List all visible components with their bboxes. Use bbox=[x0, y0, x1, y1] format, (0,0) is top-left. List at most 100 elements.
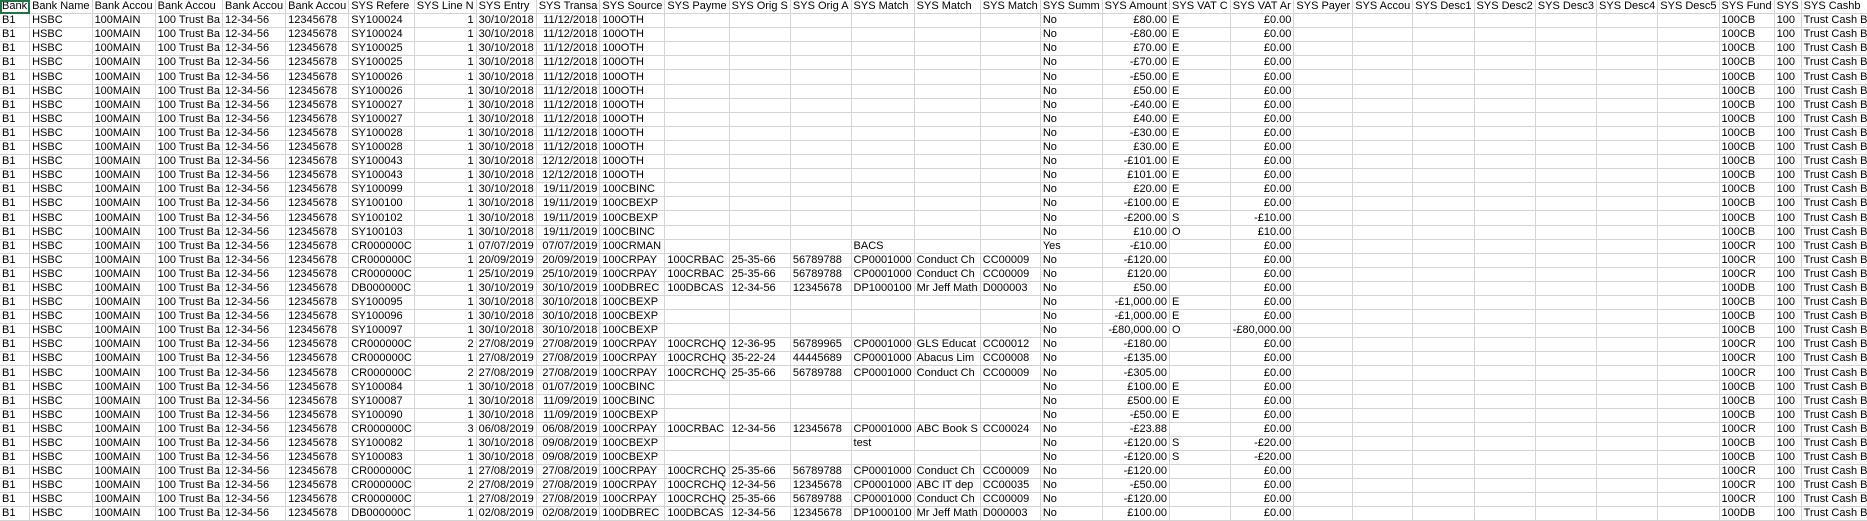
cell[interactable]: £100.00 bbox=[1102, 506, 1171, 521]
cell[interactable]: B1 bbox=[0, 323, 31, 339]
cell[interactable] bbox=[1596, 422, 1659, 437]
cell[interactable] bbox=[1293, 365, 1354, 381]
cell[interactable] bbox=[664, 394, 730, 409]
cell[interactable]: B1 bbox=[0, 168, 31, 184]
cell[interactable]: £100.00 bbox=[1102, 380, 1171, 395]
cell[interactable]: 1 bbox=[414, 168, 477, 184]
cell[interactable] bbox=[1535, 380, 1598, 395]
cell[interactable] bbox=[1596, 112, 1659, 127]
cell[interactable] bbox=[1657, 394, 1720, 409]
cell[interactable]: £50.00 bbox=[1102, 281, 1171, 296]
cell[interactable]: 100 Trust Ba bbox=[155, 422, 224, 437]
cell[interactable]: DB000000C bbox=[348, 281, 415, 296]
cell[interactable] bbox=[1352, 182, 1414, 198]
cell[interactable]: No bbox=[1040, 126, 1103, 141]
cell[interactable] bbox=[1535, 253, 1598, 268]
cell[interactable]: 100 bbox=[1774, 196, 1802, 212]
cell[interactable]: 12345678 bbox=[285, 478, 350, 494]
cell[interactable] bbox=[980, 436, 1041, 452]
cell[interactable] bbox=[1596, 380, 1659, 395]
cell[interactable] bbox=[980, 239, 1041, 254]
cell[interactable]: 1 bbox=[414, 450, 477, 466]
cell[interactable] bbox=[1412, 464, 1475, 480]
cell[interactable]: 30/10/2018 bbox=[536, 309, 601, 325]
cell[interactable]: Trust Cash Book bbox=[1801, 69, 1867, 85]
cell[interactable]: 100 bbox=[1774, 478, 1802, 494]
cell[interactable]: CC00009 bbox=[980, 253, 1041, 268]
cell[interactable] bbox=[980, 41, 1041, 57]
cell[interactable]: B1 bbox=[0, 267, 31, 282]
cell[interactable]: 1 bbox=[414, 126, 477, 141]
cell[interactable]: 100MAIN bbox=[92, 253, 156, 268]
cell[interactable]: 30/10/2018 bbox=[476, 196, 537, 212]
cell[interactable]: 100CR bbox=[1719, 337, 1775, 353]
cell[interactable] bbox=[914, 309, 981, 325]
cell[interactable] bbox=[1596, 295, 1659, 311]
cell[interactable]: 100CR bbox=[1719, 239, 1775, 254]
cell[interactable]: 12345678 bbox=[285, 182, 350, 198]
cell[interactable]: 56789788 bbox=[790, 267, 852, 282]
cell[interactable]: 100CBEXP bbox=[599, 309, 666, 325]
cell[interactable]: £0.00 bbox=[1230, 337, 1295, 353]
cell[interactable]: 30/10/2018 bbox=[476, 323, 537, 339]
cell[interactable] bbox=[914, 112, 981, 127]
cell[interactable] bbox=[790, 380, 852, 395]
cell[interactable] bbox=[1412, 140, 1475, 156]
cell[interactable] bbox=[729, 394, 791, 409]
cell[interactable]: Trust Cash Book bbox=[1801, 492, 1867, 508]
cell[interactable] bbox=[1657, 295, 1720, 311]
cell[interactable]: 100 Trust Ba bbox=[155, 84, 224, 99]
cell[interactable]: 11/12/2018 bbox=[536, 112, 601, 127]
cell[interactable] bbox=[1657, 182, 1720, 198]
cell[interactable] bbox=[980, 112, 1041, 127]
cell[interactable]: 12-34-56 bbox=[222, 323, 287, 339]
cell[interactable] bbox=[1657, 309, 1720, 325]
cell[interactable] bbox=[1657, 154, 1720, 170]
cell[interactable]: 12-34-56 bbox=[222, 380, 287, 395]
cell[interactable]: 27/08/2019 bbox=[536, 492, 601, 508]
cell[interactable] bbox=[980, 69, 1041, 85]
cell[interactable]: 100 bbox=[1774, 126, 1802, 141]
cell[interactable]: SY100082 bbox=[348, 436, 415, 452]
cell[interactable]: SY100027 bbox=[348, 112, 415, 127]
cell[interactable] bbox=[1596, 55, 1659, 71]
cell[interactable] bbox=[664, 168, 730, 184]
cell[interactable]: 1 bbox=[414, 253, 477, 268]
cell[interactable]: 100 bbox=[1774, 365, 1802, 381]
cell[interactable] bbox=[1474, 408, 1536, 423]
cell[interactable]: 12345678 bbox=[285, 140, 350, 156]
cell[interactable]: HSBC bbox=[29, 112, 93, 127]
cell[interactable] bbox=[1352, 154, 1414, 170]
cell[interactable] bbox=[1596, 281, 1659, 296]
cell[interactable] bbox=[790, 196, 852, 212]
cell[interactable]: O bbox=[1169, 225, 1231, 240]
cell[interactable] bbox=[1293, 309, 1354, 325]
cell[interactable]: £0.00 bbox=[1230, 492, 1295, 508]
cell[interactable]: 1 bbox=[414, 295, 477, 311]
cell[interactable]: 12-34-56 bbox=[729, 478, 791, 494]
cell[interactable] bbox=[1535, 309, 1598, 325]
header-cell[interactable]: SYS Summ bbox=[1040, 0, 1103, 15]
cell[interactable] bbox=[1657, 239, 1720, 254]
cell[interactable]: SY100100 bbox=[348, 196, 415, 212]
cell[interactable]: 100OTH bbox=[599, 168, 666, 184]
cell[interactable]: B1 bbox=[0, 140, 31, 156]
cell[interactable]: E bbox=[1169, 27, 1231, 43]
cell[interactable] bbox=[1169, 281, 1231, 296]
cell[interactable]: 100CR bbox=[1719, 422, 1775, 437]
cell[interactable] bbox=[1352, 239, 1414, 254]
cell[interactable]: Conduct Ch bbox=[914, 253, 981, 268]
cell[interactable]: 09/08/2019 bbox=[536, 450, 601, 466]
cell[interactable] bbox=[914, 210, 981, 226]
cell[interactable] bbox=[1293, 337, 1354, 353]
cell[interactable]: 100 bbox=[1774, 182, 1802, 198]
header-cell[interactable]: SYS VAT Ar bbox=[1230, 0, 1295, 15]
cell[interactable] bbox=[851, 140, 915, 156]
cell[interactable]: Trust Cash Book bbox=[1801, 112, 1867, 127]
cell[interactable] bbox=[729, 323, 791, 339]
cell[interactable]: 12345678 bbox=[285, 112, 350, 127]
cell[interactable]: E bbox=[1169, 168, 1231, 184]
cell[interactable]: 100CBINC bbox=[599, 394, 666, 409]
cell[interactable]: 100 Trust Ba bbox=[155, 168, 224, 184]
cell[interactable] bbox=[1596, 450, 1659, 466]
